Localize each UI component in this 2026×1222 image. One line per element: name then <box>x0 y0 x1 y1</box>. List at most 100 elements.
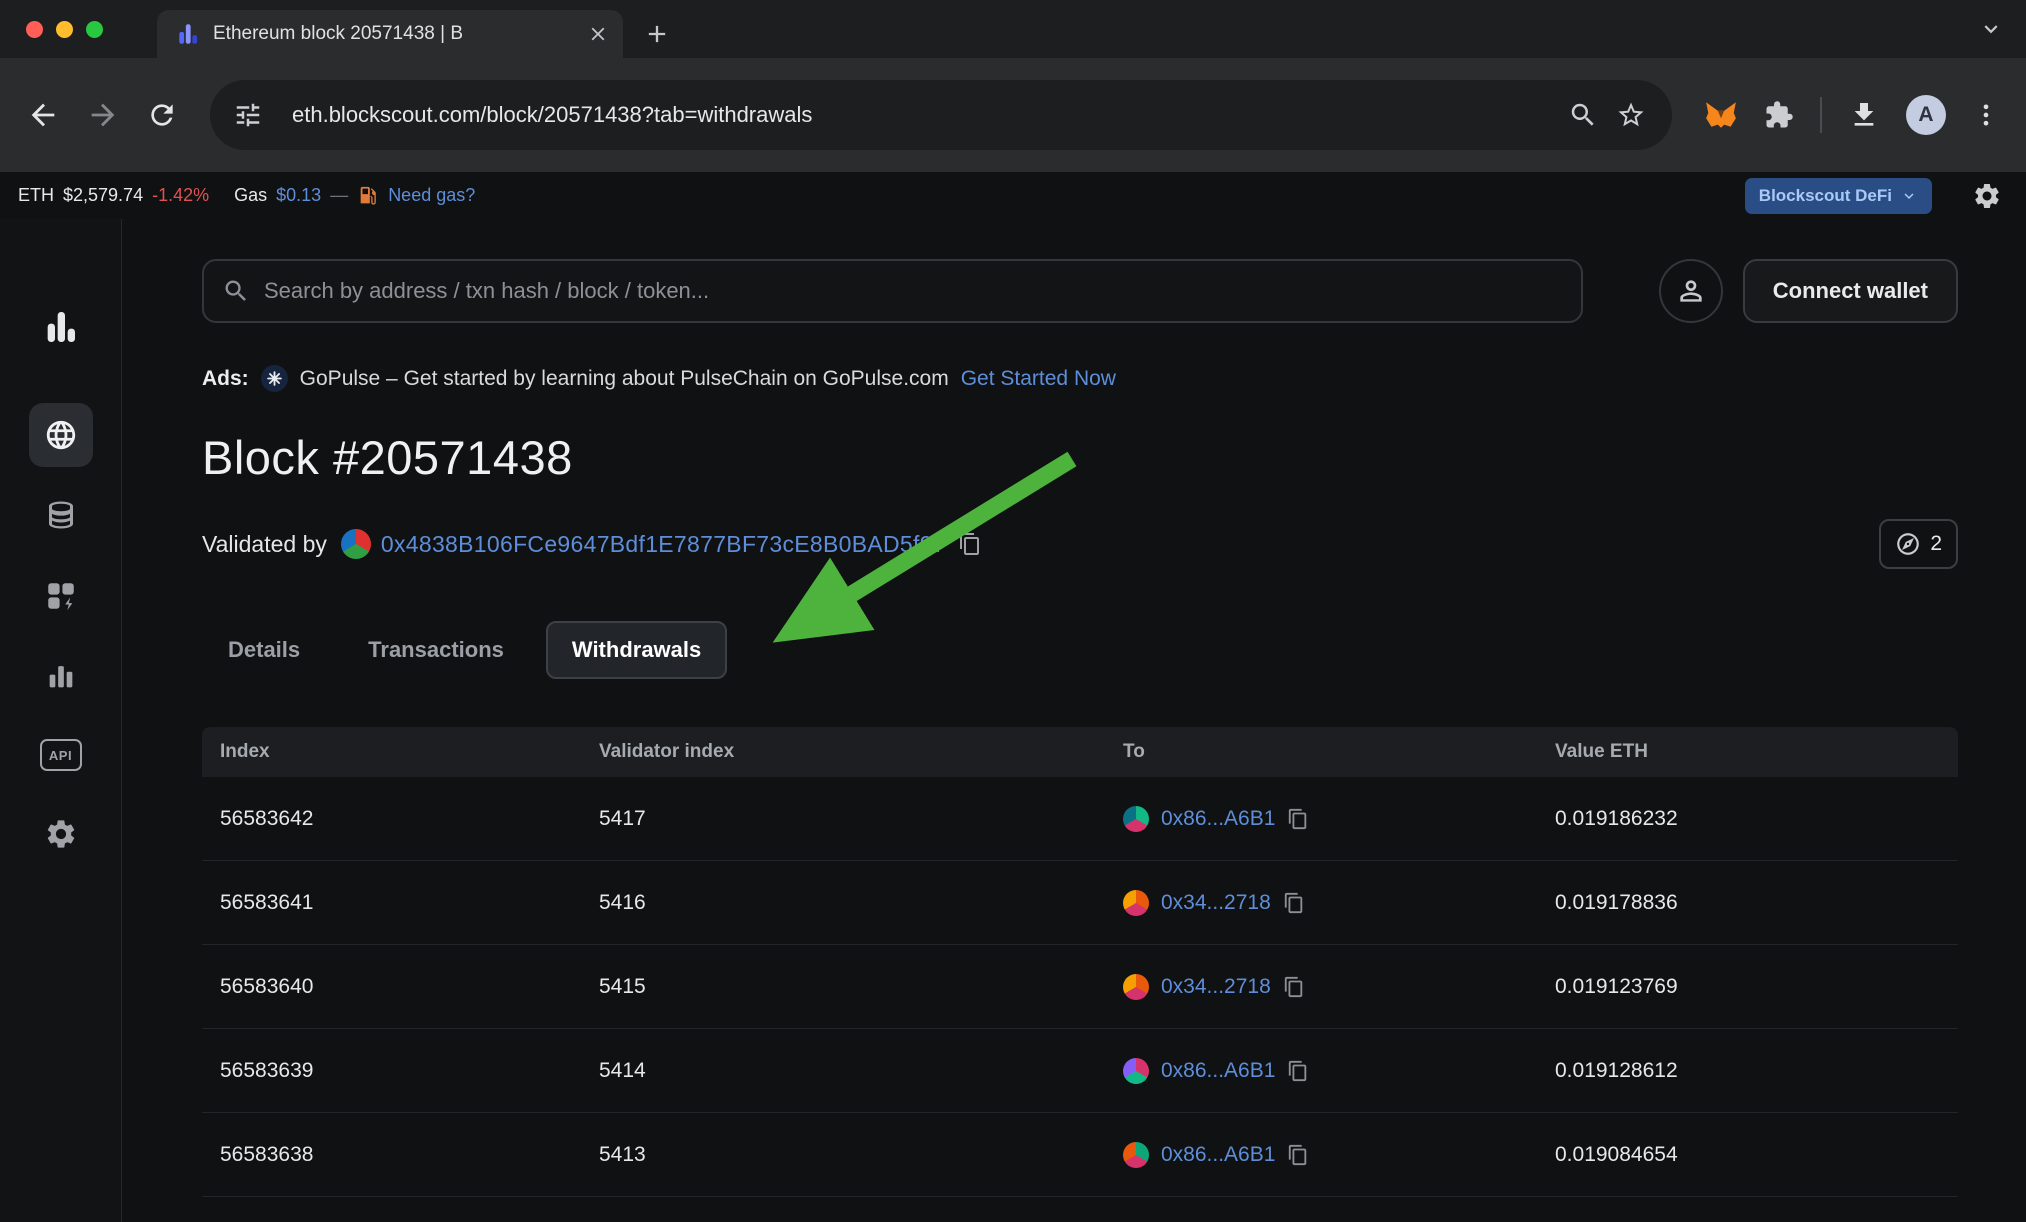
toolbar-actions: A <box>1704 95 2000 135</box>
gopulse-icon <box>261 365 288 392</box>
validator-address-link[interactable]: 0x4838B106FCe9647Bdf1E7877BF73cE8B0BAD5f… <box>381 531 946 558</box>
blockscout-favicon <box>175 21 201 47</box>
window-minimize-button[interactable] <box>56 21 73 38</box>
validated-by-label: Validated by <box>202 531 327 558</box>
browser-profile-avatar[interactable]: A <box>1906 95 1946 135</box>
api-icon: API <box>40 739 82 771</box>
tab-withdrawals[interactable]: Withdrawals <box>546 621 727 679</box>
eth-price: $2,579.74 <box>63 185 143 206</box>
withdrawals-table: Index Validator index To Value ETH 56583… <box>202 727 1958 1197</box>
forward-icon[interactable] <box>86 98 120 132</box>
tab-title: Ethereum block 20571438 | B <box>213 23 575 45</box>
table-row: 56583642 5417 0x86...A6B1 0.019186232 <box>202 777 1958 861</box>
window-controls <box>0 0 123 58</box>
copy-icon[interactable] <box>1283 976 1305 998</box>
ads-banner: Ads: GoPulse – Get started by learning a… <box>202 365 1958 392</box>
sidebar-item-explorer[interactable] <box>29 403 93 467</box>
col-header-value: Value ETH <box>1537 741 1958 763</box>
browser-tab[interactable]: Ethereum block 20571438 | B <box>157 10 623 58</box>
cell-to: 0x86...A6B1 <box>1105 806 1537 832</box>
cell-to: 0x86...A6B1 <box>1105 1058 1537 1084</box>
url-text[interactable]: eth.blockscout.com/block/20571438?tab=wi… <box>292 102 1550 128</box>
settings-gear-icon[interactable] <box>1972 181 2002 211</box>
browser-toolbar: eth.blockscout.com/block/20571438?tab=wi… <box>0 58 2026 172</box>
gas-dash: — <box>330 185 348 206</box>
defi-dropdown-label: Blockscout DeFi <box>1759 186 1892 206</box>
sidebar-item-apps[interactable] <box>44 579 78 613</box>
cell-index: 56583641 <box>202 891 581 915</box>
metamask-icon[interactable] <box>1704 98 1738 132</box>
cell-value: 0.019128612 <box>1537 1059 1958 1083</box>
tab-details[interactable]: Details <box>202 621 326 679</box>
blockscout-logo[interactable] <box>41 307 81 347</box>
to-address-link[interactable]: 0x86...A6B1 <box>1161 1143 1275 1167</box>
table-row: 56583639 5414 0x86...A6B1 0.019128612 <box>202 1029 1958 1113</box>
reload-icon[interactable] <box>146 99 178 131</box>
search-bar[interactable] <box>202 259 1583 323</box>
gear-icon <box>44 817 78 851</box>
ads-label: Ads: <box>202 367 249 391</box>
table-row: 56583638 5413 0x86...A6B1 0.019084654 <box>202 1113 1958 1197</box>
sidebar-item-settings[interactable] <box>44 817 78 851</box>
downloads-icon[interactable] <box>1848 99 1880 131</box>
validator-avatar <box>341 529 371 559</box>
cell-validator-index: 5415 <box>581 975 1105 999</box>
cell-value: 0.019186232 <box>1537 807 1958 831</box>
new-tab-icon[interactable] <box>643 20 671 48</box>
need-gas-link[interactable]: Need gas? <box>388 185 475 206</box>
tab-close-icon[interactable] <box>587 23 609 45</box>
connect-wallet-button[interactable]: Connect wallet <box>1743 259 1958 323</box>
to-address-link[interactable]: 0x86...A6B1 <box>1161 807 1275 831</box>
site-settings-icon[interactable] <box>222 89 274 141</box>
block-explorers-badge[interactable]: 2 <box>1879 519 1958 569</box>
search-input[interactable] <box>264 278 1563 304</box>
sidebar-item-api[interactable]: API <box>40 739 82 771</box>
explorers-count: 2 <box>1930 532 1942 556</box>
person-icon <box>1675 275 1707 307</box>
table-row: 56583641 5416 0x34...2718 0.019178836 <box>202 861 1958 945</box>
tab-search-chevron-icon[interactable] <box>1978 16 2004 42</box>
sidebar-item-tokens[interactable] <box>43 497 79 533</box>
search-tabs-icon[interactable] <box>1568 100 1598 130</box>
window-zoom-button[interactable] <box>86 21 103 38</box>
browser-menu-icon[interactable] <box>1972 101 2000 129</box>
account-button[interactable] <box>1659 259 1723 323</box>
toolbar-divider <box>1820 97 1822 133</box>
to-address-link[interactable]: 0x34...2718 <box>1161 975 1271 999</box>
copy-address-icon[interactable] <box>958 532 982 556</box>
copy-icon[interactable] <box>1283 892 1305 914</box>
cell-validator-index: 5417 <box>581 807 1105 831</box>
to-address-link[interactable]: 0x86...A6B1 <box>1161 1059 1275 1083</box>
blockscout-defi-dropdown[interactable]: Blockscout DeFi <box>1745 178 1932 214</box>
address-bar[interactable]: eth.blockscout.com/block/20571438?tab=wi… <box>210 80 1672 150</box>
coins-icon <box>43 497 79 533</box>
copy-icon[interactable] <box>1287 1060 1309 1082</box>
network-stats-bar: ETH $2,579.74 -1.42% Gas $0.13 — Need ga… <box>0 172 2026 219</box>
to-address-link[interactable]: 0x34...2718 <box>1161 891 1271 915</box>
col-header-validator-index: Validator index <box>581 741 1105 763</box>
address-avatar <box>1123 1142 1149 1168</box>
chevron-down-icon <box>1900 187 1918 205</box>
col-header-index: Index <box>202 741 581 763</box>
gas-price-link[interactable]: $0.13 <box>276 185 321 206</box>
cell-value: 0.019178836 <box>1537 891 1958 915</box>
tab-transactions[interactable]: Transactions <box>342 621 530 679</box>
ads-cta-link[interactable]: Get Started Now <box>961 367 1116 391</box>
back-icon[interactable] <box>26 98 60 132</box>
window-close-button[interactable] <box>26 21 43 38</box>
eth-price-stat: ETH $2,579.74 -1.42% <box>18 185 209 206</box>
copy-icon[interactable] <box>1287 808 1309 830</box>
bookmark-star-icon[interactable] <box>1616 100 1646 130</box>
cell-to: 0x34...2718 <box>1105 974 1537 1000</box>
table-row: 56583640 5415 0x34...2718 0.019123769 <box>202 945 1958 1029</box>
copy-icon[interactable] <box>1287 1144 1309 1166</box>
cell-index: 56583640 <box>202 975 581 999</box>
cell-validator-index: 5414 <box>581 1059 1105 1083</box>
compass-icon <box>1895 531 1921 557</box>
sidebar-item-charts[interactable] <box>44 659 78 693</box>
table-header-row: Index Validator index To Value ETH <box>202 727 1958 777</box>
cell-value: 0.019084654 <box>1537 1143 1958 1167</box>
globe-icon <box>44 418 78 452</box>
extensions-icon[interactable] <box>1764 100 1794 130</box>
cell-validator-index: 5413 <box>581 1143 1105 1167</box>
